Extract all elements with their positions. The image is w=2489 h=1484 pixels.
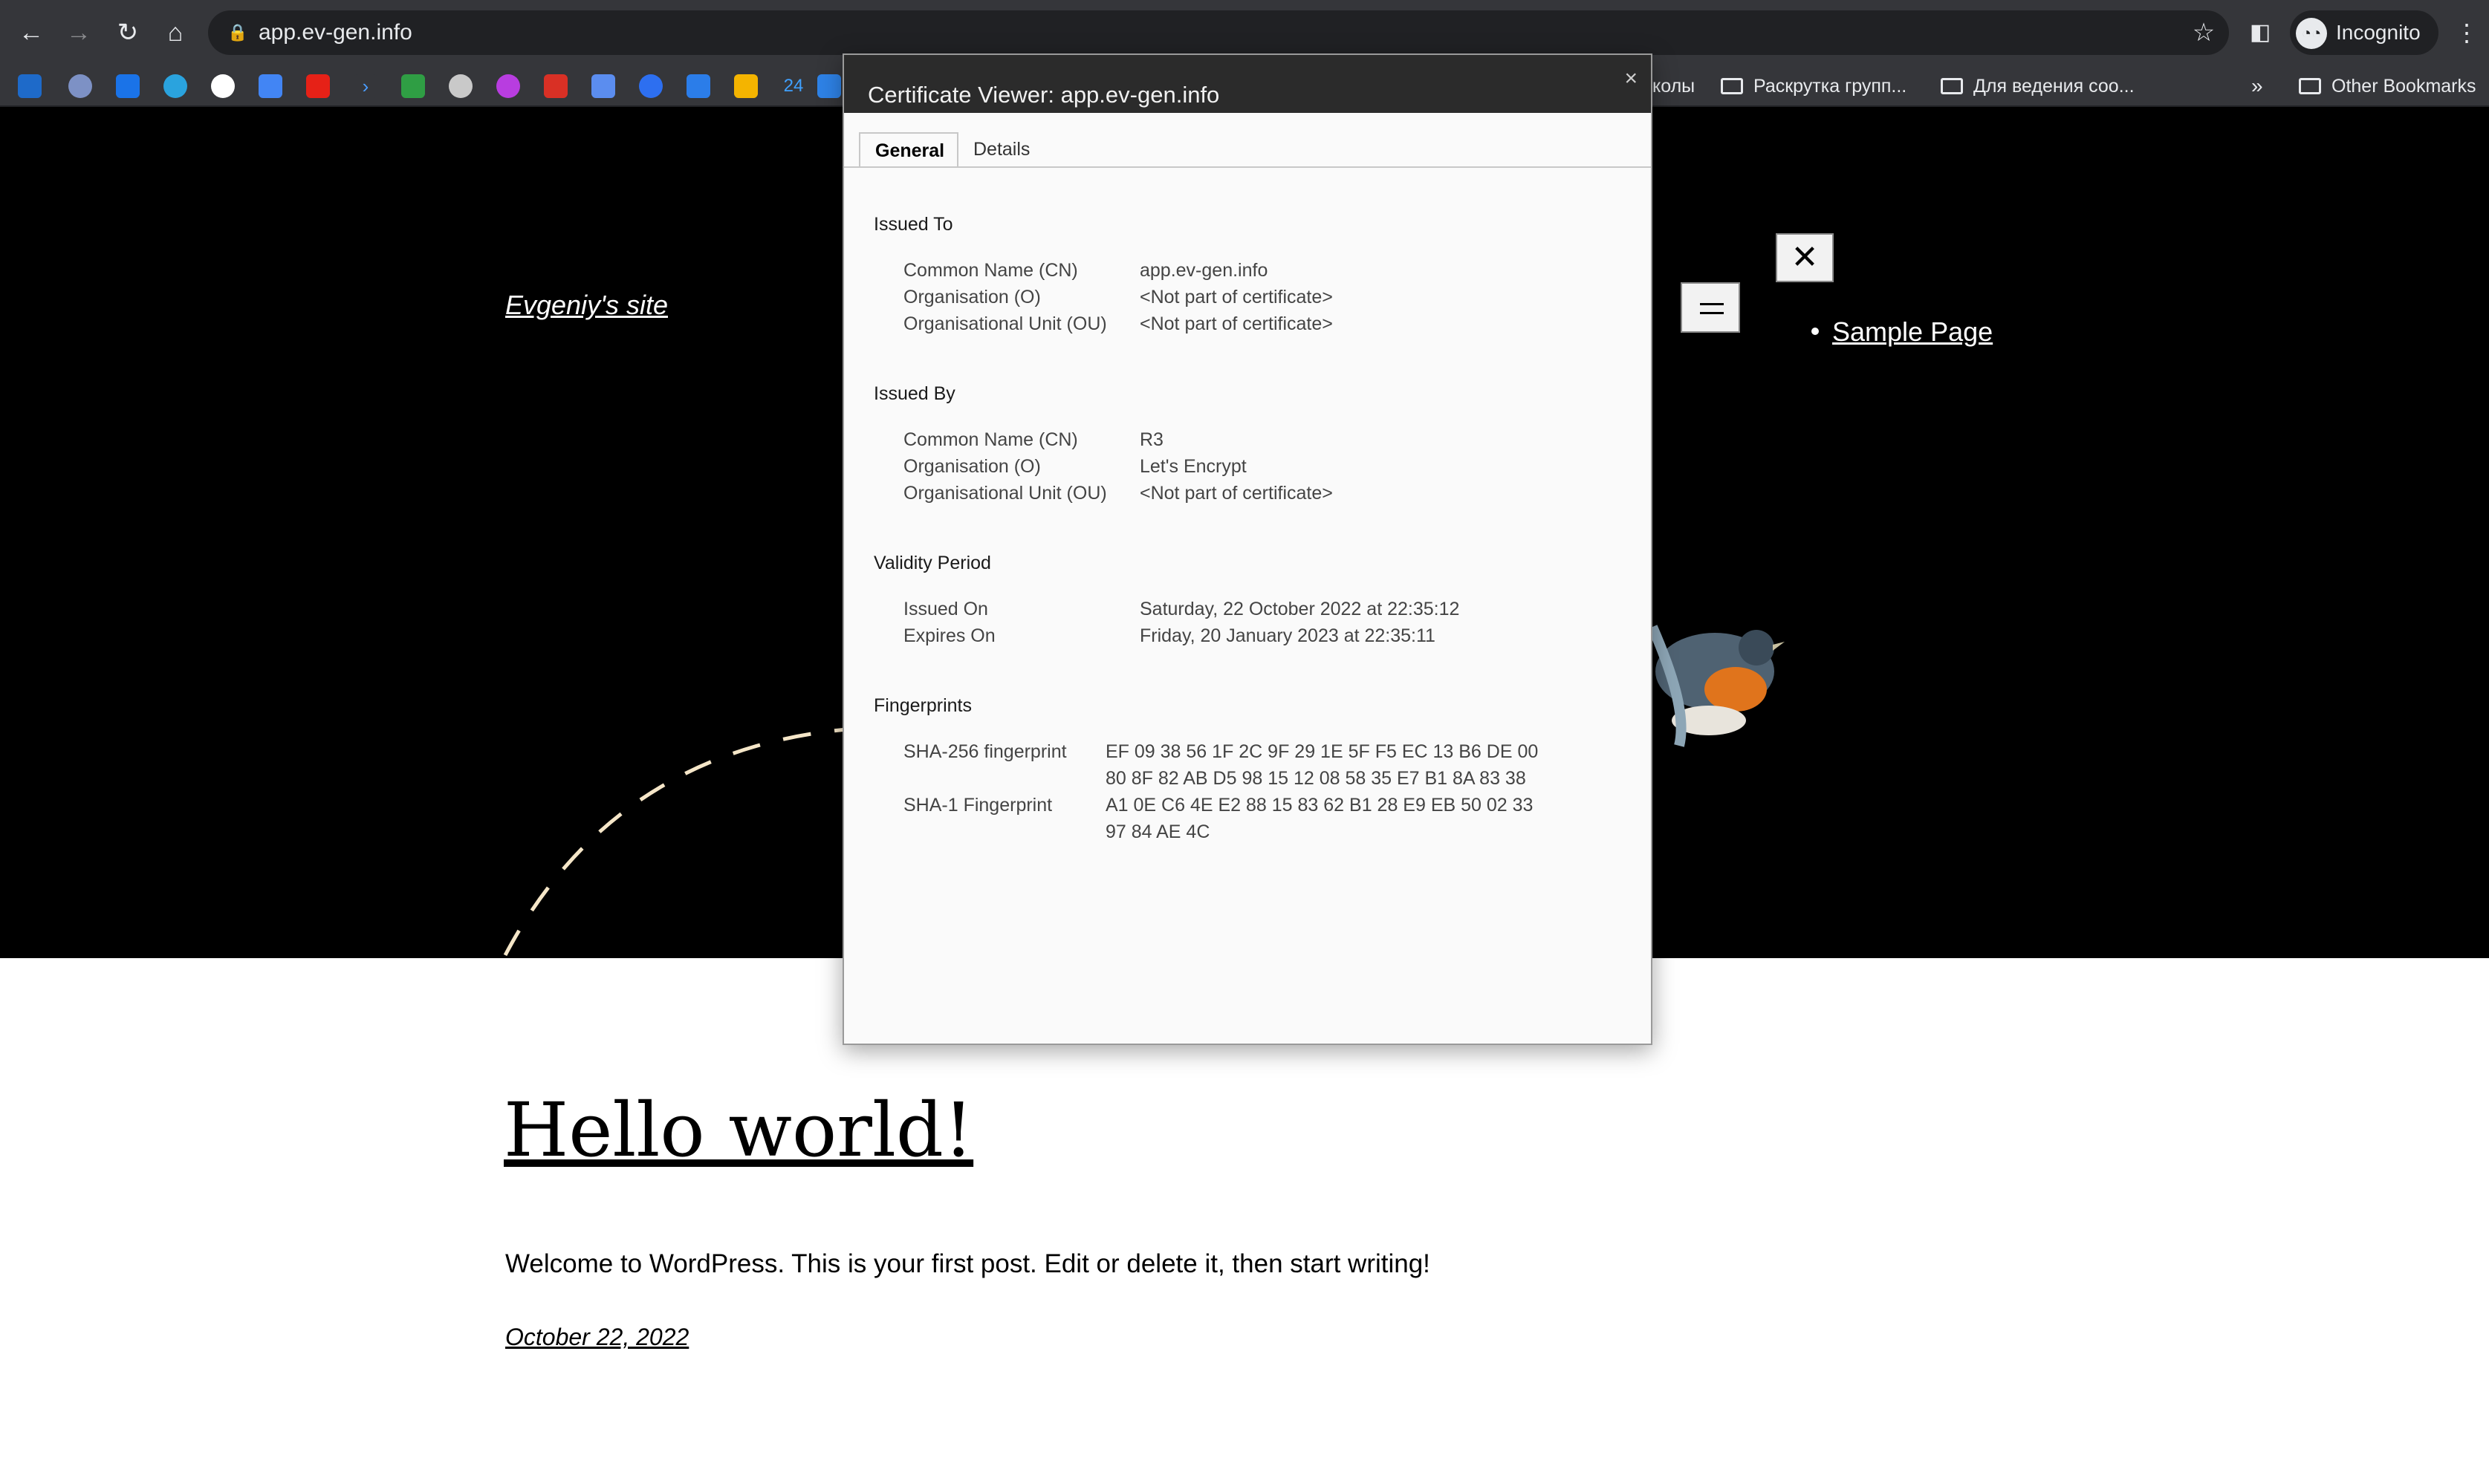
fingerprint-line: 97 84 AE 4C [1106,821,1210,842]
dialog-titlebar: Certificate Viewer: app.ev-gen.info × [844,55,1651,113]
field-value: <Not part of certificate> [1140,287,1333,307]
field-label: Common Name (CN) [903,429,1078,450]
close-menu-button[interactable]: ✕ [1776,233,1834,282]
fingerprint-value: A1 0E C6 4E E2 88 15 83 62 B1 28 E9 EB 5… [1106,792,1551,845]
tab-divider [844,166,1651,168]
hamburger-icon [1700,312,1724,314]
folder-icon [1941,78,1963,94]
bookmark-favicon[interactable] [18,74,42,98]
bookmark-favicon[interactable]: › [354,74,377,98]
bookmark-favicon[interactable] [401,74,425,98]
bookmark-folder-label: Раскрутка групп... [1753,76,1907,97]
bookmark-folder[interactable]: Для ведения соо... [1941,71,2135,101]
field-label: Organisation (O) [903,287,1041,307]
star-icon[interactable]: ☆ [2187,16,2220,49]
post-excerpt: Welcome to WordPress. This is your first… [505,1249,1430,1278]
tab-general[interactable]: General [859,132,958,168]
section-heading-issued-by: Issued By [874,383,955,404]
fingerprint-line: EF 09 38 56 1F 2C 9F 29 1E 5F F5 EC 13 B… [1106,741,1539,762]
youtube-icon[interactable] [306,74,330,98]
profile-label: Incognito [2336,21,2421,44]
section-heading-fingerprints: Fingerprints [874,695,972,716]
menu-toggle-button[interactable] [1681,282,1740,333]
mail-icon[interactable] [734,74,758,98]
bookmark-folder[interactable]: Раскрутка групп... [1721,71,1906,101]
field-label: SHA-256 fingerprint [903,741,1067,762]
bookmarks-overflow-button[interactable]: » [2251,71,2263,101]
section-heading-validity: Validity Period [874,553,991,573]
bookmark-favicon[interactable] [116,74,140,98]
address-bar[interactable]: 🔒 app.ev-gen.info ☆ [208,10,2229,55]
side-panel-icon[interactable]: ◧ [2245,16,2275,49]
forward-icon[interactable]: → [62,16,95,49]
url-text[interactable]: app.ev-gen.info [259,19,412,46]
field-label: Common Name (CN) [903,260,1078,281]
dialog-title: Certificate Viewer: app.ev-gen.info [868,82,1220,108]
field-value: Saturday, 22 October 2022 at 22:35:12 [1140,599,1460,619]
section-heading-issued-to: Issued To [874,214,953,235]
docs-icon[interactable] [259,74,282,98]
home-icon[interactable]: ⌂ [159,16,192,49]
field-label: Organisation (O) [903,456,1041,477]
field-label: Expires On [903,625,996,646]
field-label: Organisational Unit (OU) [903,313,1107,334]
field-label: Organisational Unit (OU) [903,483,1107,504]
fingerprint-value: EF 09 38 56 1F 2C 9F 29 1E 5F F5 EC 13 B… [1106,738,1551,792]
fingerprint-line: 80 8F 82 AB D5 98 15 12 08 58 35 E7 B1 8… [1106,768,1526,789]
field-value: Let's Encrypt [1140,456,1247,477]
post-title-link[interactable]: Hello world! [504,1086,973,1175]
lock-icon[interactable]: 🔒 [227,22,248,43]
reload-icon[interactable]: ↻ [111,16,144,49]
bird-illustration [1647,625,1785,747]
bookmark-folder-label: колы [1652,76,1695,97]
bookmark-favicon[interactable] [68,74,92,98]
other-bookmarks-label: Other Bookmarks [2331,76,2476,97]
bookmark-favicon[interactable] [544,74,568,98]
hamburger-icon [1700,303,1724,305]
field-label: Issued On [903,599,988,619]
folder-icon [2299,78,2321,94]
site-title-link[interactable]: Evgeniy's site [505,290,668,321]
bookmark-favicon[interactable] [817,74,841,98]
folder-icon [1721,78,1743,94]
field-value: <Not part of certificate> [1140,483,1333,504]
list-bullet [1811,328,1819,335]
bookmark-favicon[interactable]: 24 [782,74,805,98]
field-value: <Not part of certificate> [1140,313,1333,334]
telegram-icon[interactable] [163,74,187,98]
close-icon[interactable]: × [1624,65,1638,92]
other-bookmarks[interactable]: Other Bookmarks [2299,71,2476,101]
bookmark-folder-label: Для ведения соо... [1973,76,2135,97]
field-value: app.ev-gen.info [1140,260,1268,281]
kebab-menu-icon[interactable]: ⋮ [2452,16,2482,49]
bookmark-favicon[interactable] [496,74,520,98]
field-label: SHA-1 Fingerprint [903,795,1053,816]
fingerprint-line: A1 0E C6 4E E2 88 15 83 62 B1 28 E9 EB 5… [1106,795,1534,816]
field-value: Friday, 20 January 2023 at 22:35:11 [1140,625,1435,646]
bookmark-folder[interactable]: колы [1652,71,1695,101]
site-navigation: Sample Page [1811,316,1993,348]
bookmark-favicon[interactable] [449,74,473,98]
nav-link-sample-page[interactable]: Sample Page [1832,316,1993,347]
field-value: R3 [1140,429,1164,450]
back-icon[interactable]: ← [15,16,48,49]
translate-icon[interactable] [591,74,615,98]
google-icon[interactable] [211,74,235,98]
incognito-icon: ◔◔ [2296,18,2327,49]
bookmark-favicon[interactable] [639,74,663,98]
certificate-viewer-dialog: Certificate Viewer: app.ev-gen.info × Ge… [843,53,1652,1045]
profile-button[interactable]: ◔◔ Incognito [2290,10,2438,55]
post-date-link[interactable]: October 22, 2022 [505,1324,689,1351]
tab-details[interactable]: Details [958,132,1045,168]
bookmark-favicon[interactable] [687,74,710,98]
